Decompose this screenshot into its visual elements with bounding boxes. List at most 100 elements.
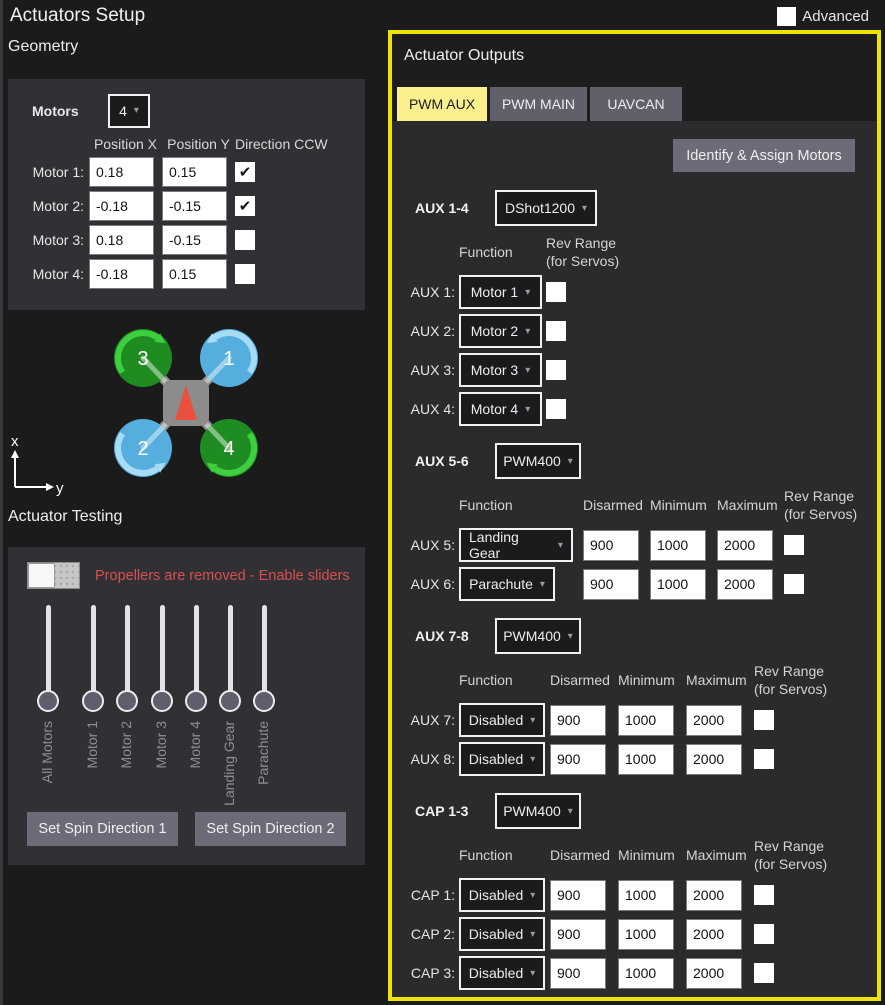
slider-landing-gear: Landing Gear — [218, 605, 242, 810]
motor3-pos-y-input[interactable] — [162, 225, 227, 255]
safety-switch[interactable] — [27, 562, 80, 589]
cap1-maximum-input[interactable] — [686, 880, 742, 911]
set-spin-direction-1-button[interactable]: Set Spin Direction 1 — [27, 812, 178, 846]
aux6-function-dropdown[interactable]: Parachute▾ — [459, 567, 555, 601]
aux-7-8-protocol-dropdown[interactable]: PWM400▾ — [495, 618, 581, 654]
aux7-rev-range-checkbox[interactable] — [754, 710, 774, 730]
group-name: AUX 7-8 — [415, 628, 495, 644]
slider-handle[interactable] — [253, 690, 275, 712]
channel-label: AUX 5: — [399, 537, 459, 553]
tab-uavcan[interactable]: UAVCAN — [590, 87, 682, 121]
chevron-down-icon: ▾ — [134, 105, 139, 116]
cap3-rev-range-checkbox[interactable] — [754, 963, 774, 983]
cap3-function-dropdown[interactable]: Disabled▾ — [459, 956, 545, 990]
motor3-ccw-checkbox[interactable] — [235, 230, 255, 250]
tab-pwm-main[interactable]: PWM MAIN — [490, 87, 587, 121]
aux8-disarmed-input[interactable] — [550, 744, 606, 775]
chevron-down-icon: ▾ — [530, 968, 535, 979]
aux1-function-dropdown[interactable]: Motor 1▾ — [459, 275, 542, 309]
slider-handle[interactable] — [116, 690, 138, 712]
actuator-outputs-panel: Actuator Outputs PWM AUX PWM MAIN UAVCAN… — [388, 30, 881, 1001]
aux5-maximum-input[interactable] — [717, 530, 773, 561]
aux5-disarmed-input[interactable] — [583, 530, 639, 561]
identify-assign-motors-button[interactable]: Identify & Assign Motors — [673, 139, 855, 172]
cap2-minimum-input[interactable] — [618, 919, 674, 950]
motor2-pos-y-input[interactable] — [162, 191, 227, 221]
aux5-rev-range-checkbox[interactable] — [784, 535, 804, 555]
aux7-function-dropdown[interactable]: Disabled▾ — [459, 703, 545, 737]
motor1-pos-y-input[interactable] — [162, 157, 227, 187]
cap2-function-dropdown[interactable]: Disabled▾ — [459, 917, 545, 951]
aux2-function-dropdown[interactable]: Motor 2▾ — [459, 314, 542, 348]
cap2-rev-range-checkbox[interactable] — [754, 924, 774, 944]
output-row: CAP 3: Disabled▾ — [399, 956, 877, 990]
aux7-minimum-input[interactable] — [618, 705, 674, 736]
aux-1-4-protocol-dropdown[interactable]: DShot1200▾ — [495, 190, 597, 226]
motor4-pos-x-input[interactable] — [89, 259, 154, 289]
aux7-disarmed-input[interactable] — [550, 705, 606, 736]
chevron-down-icon: ▾ — [568, 456, 573, 467]
motor4-ccw-checkbox[interactable] — [235, 264, 255, 284]
maximum-header: Maximum — [686, 847, 754, 863]
motor2-ccw-checkbox[interactable] — [235, 196, 255, 216]
aux2-rev-range-checkbox[interactable] — [546, 321, 566, 341]
tab-pwm-aux[interactable]: PWM AUX — [397, 87, 487, 121]
aux6-minimum-input[interactable] — [650, 569, 706, 600]
airframe-diagram: 1 2 3 4 x y — [8, 315, 365, 505]
aux6-rev-range-checkbox[interactable] — [784, 574, 804, 594]
output-row: AUX 3: Motor 3▾ — [399, 353, 877, 387]
cap3-minimum-input[interactable] — [618, 958, 674, 989]
aux8-function-dropdown[interactable]: Disabled▾ — [459, 742, 545, 776]
aux5-function-dropdown[interactable]: Landing Gear▾ — [459, 528, 573, 562]
motor4-pos-y-input[interactable] — [162, 259, 227, 289]
group-name: CAP 1-3 — [415, 803, 495, 819]
set-spin-direction-2-button[interactable]: Set Spin Direction 2 — [195, 812, 346, 846]
cap3-maximum-input[interactable] — [686, 958, 742, 989]
position-x-header: Position X — [89, 136, 162, 152]
aux8-rev-range-checkbox[interactable] — [754, 749, 774, 769]
cap1-rev-range-checkbox[interactable] — [754, 885, 774, 905]
slider-handle[interactable] — [37, 690, 59, 712]
cap2-disarmed-input[interactable] — [550, 919, 606, 950]
aux3-rev-range-checkbox[interactable] — [546, 360, 566, 380]
aux1-rev-range-checkbox[interactable] — [546, 282, 566, 302]
cap1-function-dropdown[interactable]: Disabled▾ — [459, 878, 545, 912]
motor2-pos-x-input[interactable] — [89, 191, 154, 221]
channel-label: AUX 3: — [399, 362, 459, 378]
chevron-down-icon: ▾ — [525, 287, 530, 298]
cap-1-3-protocol-dropdown[interactable]: PWM400▾ — [495, 793, 581, 829]
aux8-minimum-input[interactable] — [618, 744, 674, 775]
aux8-maximum-input[interactable] — [686, 744, 742, 775]
aux3-function-dropdown[interactable]: Motor 3▾ — [459, 353, 542, 387]
cap1-minimum-input[interactable] — [618, 880, 674, 911]
motor1-pos-x-input[interactable] — [89, 157, 154, 187]
slider-handle[interactable] — [185, 690, 207, 712]
output-row: AUX 1: Motor 1▾ — [399, 275, 877, 309]
cap3-disarmed-input[interactable] — [550, 958, 606, 989]
motor-count-dropdown[interactable]: 4▾ — [108, 94, 150, 128]
aux6-disarmed-input[interactable] — [583, 569, 639, 600]
motors-label: Motors — [32, 103, 108, 119]
aux6-maximum-input[interactable] — [717, 569, 773, 600]
motor1-ccw-checkbox[interactable] — [235, 162, 255, 182]
position-y-header: Position Y — [162, 136, 235, 152]
slider-handle[interactable] — [82, 690, 104, 712]
cap1-disarmed-input[interactable] — [550, 880, 606, 911]
minimum-header: Minimum — [650, 497, 717, 513]
motor3-pos-x-input[interactable] — [89, 225, 154, 255]
motor-row-label: Motor 1: — [24, 164, 89, 180]
aux-5-6-protocol-dropdown[interactable]: PWM400▾ — [495, 443, 581, 479]
motor-row-label: Motor 4: — [24, 266, 89, 282]
slider-handle[interactable] — [151, 690, 173, 712]
aux5-minimum-input[interactable] — [650, 530, 706, 561]
aux7-maximum-input[interactable] — [686, 705, 742, 736]
chevron-down-icon: ▾ — [582, 203, 587, 214]
aux4-rev-range-checkbox[interactable] — [546, 399, 566, 419]
slider-handle[interactable] — [219, 690, 241, 712]
cap2-maximum-input[interactable] — [686, 919, 742, 950]
slider-parachute: Parachute — [252, 605, 276, 810]
chevron-down-icon: ▾ — [525, 404, 530, 415]
advanced-checkbox[interactable] — [777, 7, 796, 26]
aux4-function-dropdown[interactable]: Motor 4▾ — [459, 392, 542, 426]
output-row: CAP 2: Disabled▾ — [399, 917, 877, 951]
